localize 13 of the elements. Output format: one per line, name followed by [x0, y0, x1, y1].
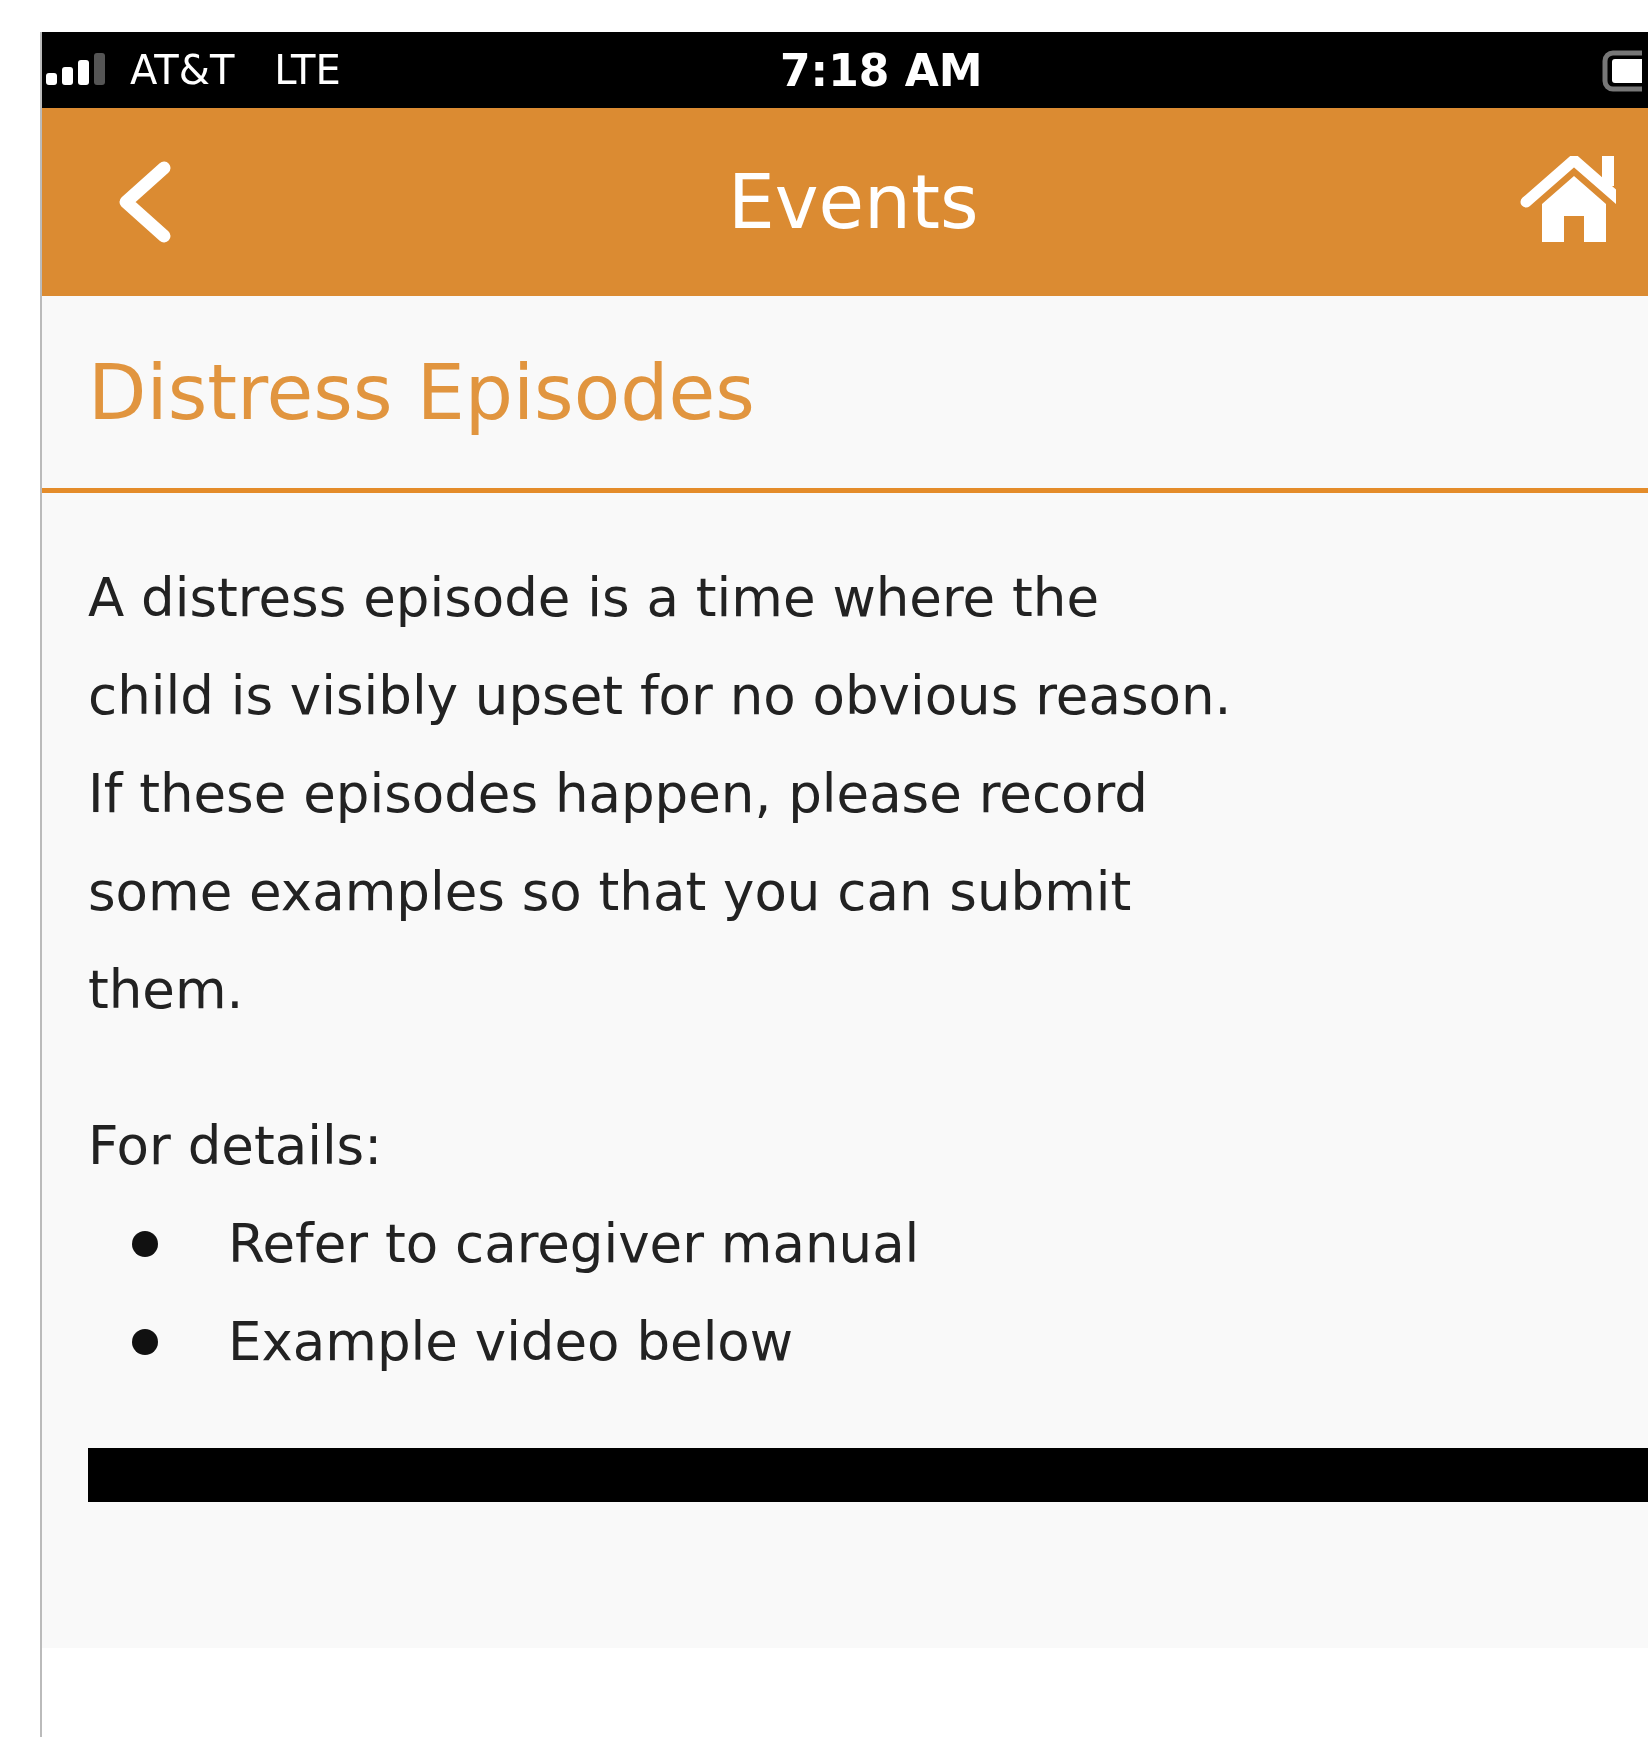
clock-time: 7:18 AM	[780, 44, 983, 96]
bullet-icon	[132, 1231, 158, 1257]
details-item: Refer to caregiver manual	[228, 1212, 920, 1276]
details-item: Example video below	[228, 1310, 794, 1374]
home-icon[interactable]	[1520, 156, 1616, 244]
description-text: A distress episode is a time where the child is visibly upset for no obvious reason. If these episodes happen, please record some examples so that you can submit them.	[88, 566, 1233, 1022]
bullet-icon	[132, 1329, 158, 1355]
battery-icon	[1602, 50, 1642, 92]
network-type: LTE	[274, 47, 341, 93]
screen-title: Events	[728, 159, 979, 245]
section-heading: Distress Episodes	[88, 347, 755, 437]
carrier-name: AT&T	[130, 47, 235, 93]
details-label: For details:	[88, 1114, 384, 1178]
